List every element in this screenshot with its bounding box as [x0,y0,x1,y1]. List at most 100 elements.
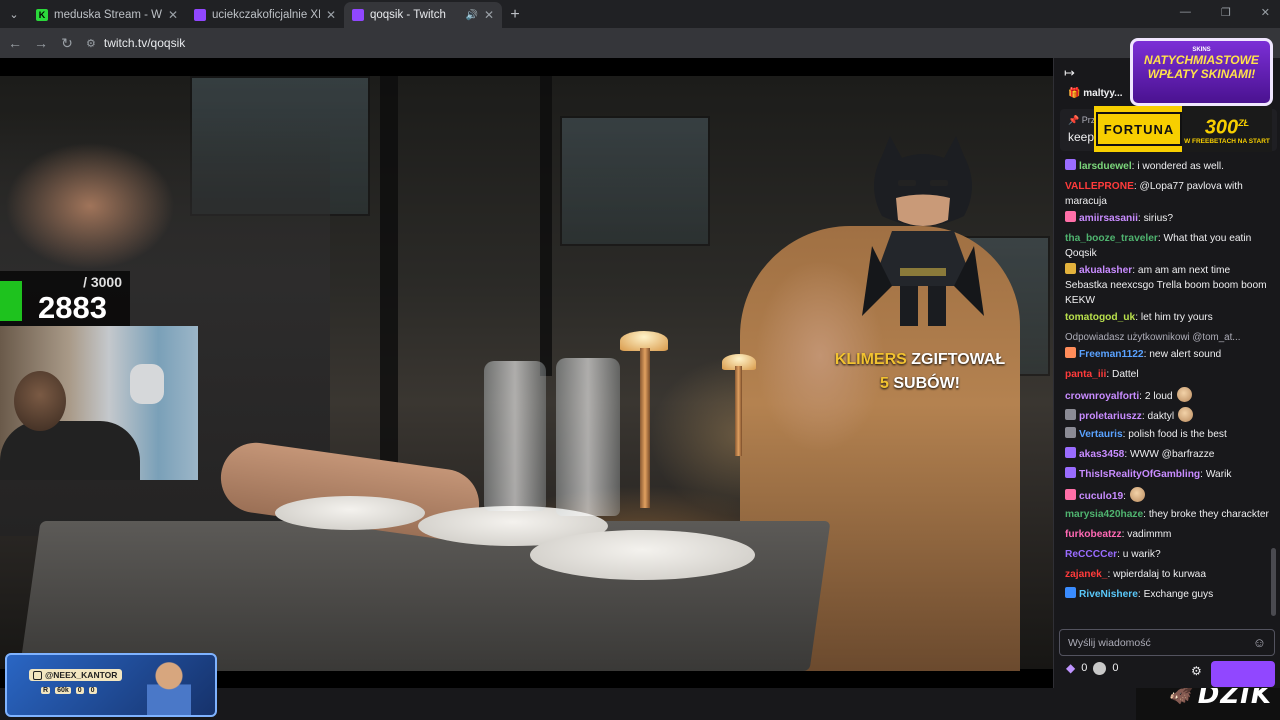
chat-username[interactable]: Freeman1122 [1079,349,1144,360]
chat-username[interactable]: furkobeatzz [1065,529,1122,540]
hype-train-user[interactable]: 🎁 maltyy... [1068,88,1123,99]
chat-message-list[interactable]: larsduewel: i wondered as well. VALLEPRON… [1054,158,1276,606]
emote-picker-icon[interactable]: ☺ [1253,635,1266,650]
chat-username[interactable]: panta_iii [1065,369,1106,380]
chat-username[interactable]: tha_booze_traveler [1065,233,1158,244]
tab-search-chevron-icon[interactable]: ⌄ [0,0,28,28]
promo-badge: 60k [55,687,71,694]
new-tab-button[interactable]: + [502,2,528,28]
chat-input[interactable]: Wyślij wiadomość ☺ [1059,629,1275,656]
user-badge-icon[interactable] [1065,467,1076,478]
chat-scrollbar[interactable] [1271,548,1276,616]
chat-message[interactable]: marysia420haze: they broke they charackt… [1054,506,1276,526]
audio-playing-icon[interactable]: 🔊 [465,10,477,21]
scene-pillar [540,76,552,376]
chat-message[interactable]: cuculo19: [1054,486,1276,506]
chat-message[interactable]: larsduewel: i wondered as well. [1054,158,1276,178]
browser-tab-active[interactable]: qoqsik - Twitch 🔊 ✕ [344,2,502,28]
chat-username[interactable]: ThisIsRealityOfGambling [1079,469,1200,480]
chat-username[interactable]: ReCCCCer [1065,549,1117,560]
chat-message[interactable]: RiveNishere: Exchange guys [1054,586,1276,606]
chat-username[interactable]: marysia420haze [1065,509,1143,520]
user-badge-icon[interactable] [1065,447,1076,458]
url-field[interactable]: ⚙ twitch.tv/qoqsik [86,32,185,54]
chat-username[interactable]: crownroyalforti [1065,391,1139,402]
user-badge-icon[interactable] [1065,263,1076,274]
user-badge-icon[interactable] [1065,409,1076,420]
chat-send-button[interactable] [1211,661,1275,687]
chat-settings-icon[interactable]: ⚙ [1191,664,1202,678]
reload-icon[interactable]: ↻ [60,35,74,52]
chat-message[interactable]: ReCCCCer: u warik? [1054,546,1276,566]
fortuna-amount: 300ZŁ [1204,116,1250,139]
neex-kantor-promo-card: @NEEX_KANTOR R 60k 0 0 [5,653,217,717]
chat-username[interactable]: VALLEPRONE [1065,181,1134,192]
kick-favicon-icon: K [36,9,48,21]
chat-message[interactable]: amiirsasanii: sirius? [1054,210,1276,230]
streamer-webcam [0,326,198,480]
skins-promo-banner[interactable]: SKINS NATYCHMIASTOWE WPŁATY SKINAMI! [1130,38,1273,106]
webcam-person [0,421,140,480]
chat-message[interactable]: ThisIsRealityOfGambling: Warik [1054,466,1276,486]
forward-arrow-icon[interactable]: → [34,35,48,51]
tab-close-icon[interactable]: ✕ [484,8,494,22]
tab-close-icon[interactable]: ✕ [326,8,336,22]
chat-text: : wpierdalaj to kurwaa [1107,569,1207,580]
chat-username[interactable]: amiirsasanii [1079,213,1138,224]
pinned-label: 📌 Prz [1068,115,1096,125]
user-badge-icon[interactable] [1065,159,1076,170]
chat-message[interactable]: Freeman1122: new alert sound [1054,346,1276,366]
chat-message[interactable]: proletariuszz: daktyl [1054,406,1276,426]
bits-icon[interactable] [1093,661,1107,675]
browser-tab[interactable]: K meduska Stream - Watch Live o ✕ [28,2,186,28]
channel-points-icon[interactable]: ◆ [1066,661,1075,675]
tab-title: uciekczakoficjalnie XD - Twitch [212,9,320,21]
user-badge-icon[interactable] [1065,427,1076,438]
collapse-chat-icon[interactable]: ↦ [1064,65,1075,81]
chat-username[interactable]: larsduewel [1079,161,1132,172]
alert-count: 5 [879,375,889,392]
chat-username[interactable]: Vertauris [1079,429,1123,440]
browser-tab[interactable]: uciekczakoficjalnie XD - Twitch ✕ [186,2,344,28]
chat-text: : sirius? [1137,213,1174,224]
user-badge-icon[interactable] [1065,211,1076,222]
minimize-icon[interactable]: — [1180,6,1191,19]
chat-message[interactable]: VALLEPRONE: @Lopa77 pavlova with maracuj… [1054,178,1276,210]
user-badge-icon[interactable] [1065,587,1076,598]
chat-message[interactable]: tha_booze_traveler: What that you eatin … [1054,230,1276,262]
chat-message[interactable]: Vertauris: polish food is the best [1054,426,1276,446]
restore-icon[interactable]: ❐ [1221,6,1231,19]
chat-message[interactable]: akualasher: am am am next time Sebastka … [1054,262,1276,309]
chat-text: : polish food is the best [1122,429,1227,440]
sub-goal-target: / 3000 [83,274,122,290]
fortuna-ad-banner[interactable]: FORTUNA 300ZŁ W FREEBETACH NA START [1094,106,1272,152]
chat-message[interactable]: zajanek_: wpierdalaj to kurwaa [1054,566,1276,586]
chat-username[interactable]: tomatogod_uk [1065,312,1135,323]
window-controls: — ❐ ✕ [1180,6,1270,19]
gift-sub-alert: KLIMERS ZGIFTOWAŁ 5 SUBÓW! [790,348,1050,396]
chat-username[interactable]: proletariuszz [1079,411,1142,422]
chat-username[interactable]: RiveNishere [1079,589,1138,600]
chat-message[interactable]: akas3458: WWW @barfrazze [1054,446,1276,466]
user-badge-icon[interactable] [1065,489,1076,500]
promo-social-badges: R 60k 0 0 [41,687,97,694]
site-info-icon[interactable]: ⚙ [86,37,96,50]
tab-close-icon[interactable]: ✕ [168,8,178,22]
chat-username[interactable]: zajanek_ [1065,569,1107,580]
chat-message[interactable]: furkobeatzz: vadimmm [1054,526,1276,546]
chat-emote-icon [1130,487,1146,502]
back-arrow-icon[interactable]: ← [8,35,22,51]
chat-username[interactable]: akas3458 [1079,449,1124,460]
chat-username[interactable]: cuculo19 [1079,491,1123,502]
video-player[interactable]: / 3000 2883 KLIMERS ZGIFTOWAŁ 5 SUBÓW! [0,58,1053,688]
banner-line-2: WPŁATY SKINAMI! [1147,67,1256,81]
chat-username[interactable]: akualasher [1079,265,1132,276]
close-window-icon[interactable]: ✕ [1261,6,1270,19]
chat-message[interactable]: crownroyalforti: 2 loud [1054,386,1276,406]
chat-text: : [1123,491,1127,502]
chat-text: : i wondered as well. [1131,161,1224,172]
scene-plate [530,530,755,580]
user-badge-icon[interactable] [1065,347,1076,358]
chat-message[interactable]: tomatogod_uk: let him try yours [1054,309,1276,329]
chat-message[interactable]: panta_iii: Dattel [1054,366,1276,386]
